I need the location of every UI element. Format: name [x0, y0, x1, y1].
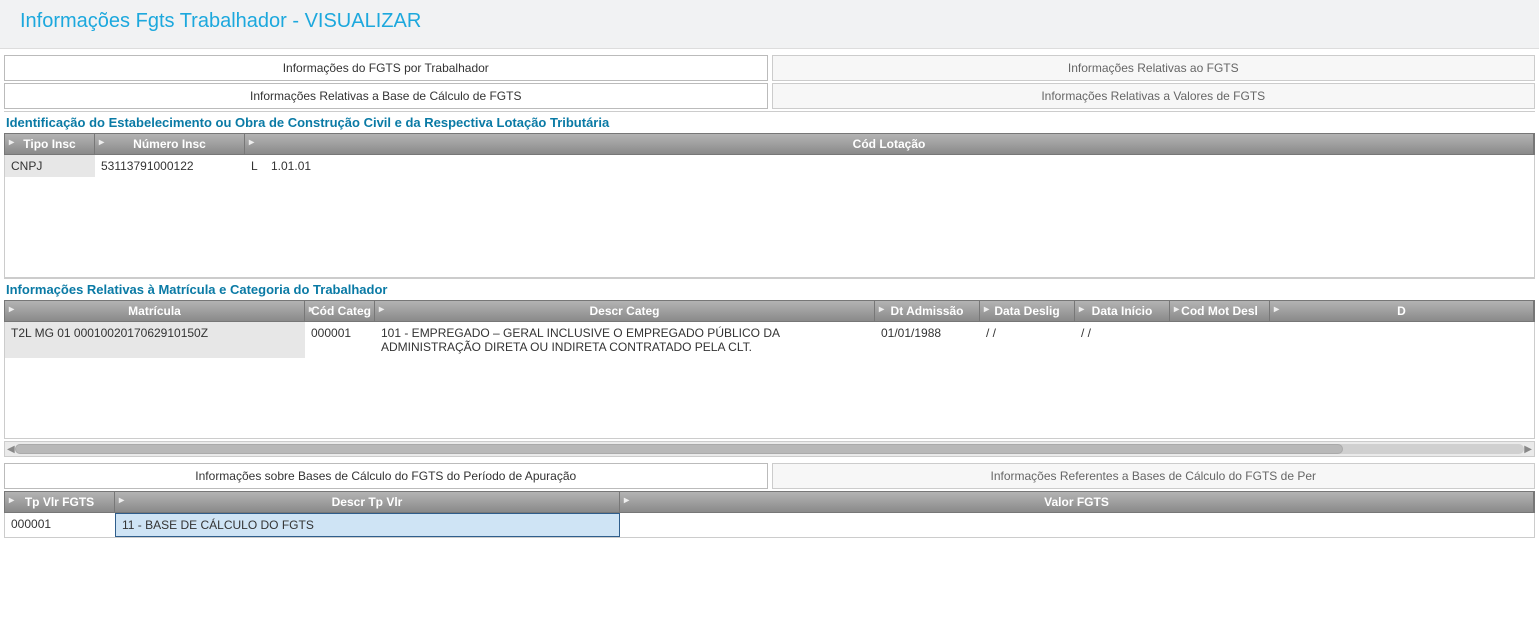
cell-descr-tp-vlr[interactable]: 11 - BASE DE CÁLCULO DO FGTS [115, 513, 620, 537]
content-area: Informações do FGTS por Trabalhador Info… [0, 49, 1539, 542]
scroll-right-icon[interactable]: ▶ [1524, 444, 1532, 455]
col-dt-admissao[interactable]: Dt Admissão [875, 301, 980, 321]
cell-data-deslig: / / [980, 322, 1075, 358]
cell-descr-categ: 101 - EMPREGADO – GERAL INCLUSIVE O EMPR… [375, 322, 875, 358]
col-tipo-insc[interactable]: Tipo Insc [5, 134, 95, 154]
grid3-body: 000001 11 - BASE DE CÁLCULO DO FGTS [4, 513, 1535, 538]
grid1-body: CNPJ 53113791000122 L 1.01.01 [4, 155, 1535, 278]
grid3-header: Tp Vlr FGTS Descr Tp Vlr Valor FGTS [4, 491, 1535, 513]
cell-cod-categ: 000001 [305, 322, 375, 358]
col-cod-categ[interactable]: Cód Categ [305, 301, 375, 321]
col-tp-vlr[interactable]: Tp Vlr FGTS [5, 492, 115, 512]
grid2-header: Matrícula Cód Categ Descr Categ Dt Admis… [4, 300, 1535, 322]
col-data-inicio[interactable]: Data Início [1075, 301, 1170, 321]
grid1-spacer [5, 177, 1534, 277]
cell-lotacao-prefix: L [245, 155, 265, 177]
tabs-bottom: Informações sobre Bases de Cálculo do FG… [4, 463, 1535, 489]
cell-cod-mot-desl [1170, 322, 1270, 358]
tab-valores-fgts[interactable]: Informações Relativas a Valores de FGTS [772, 83, 1536, 109]
table-row[interactable]: 000001 11 - BASE DE CÁLCULO DO FGTS [5, 513, 1534, 537]
cell-numero-insc: 53113791000122 [95, 155, 245, 177]
cell-cod-lotacao: 1.01.01 [265, 155, 317, 177]
col-data-deslig[interactable]: Data Deslig [980, 301, 1075, 321]
col-descr-tp-vlr[interactable]: Descr Tp Vlr [115, 492, 620, 512]
tab-bases-referentes[interactable]: Informações Referentes a Bases de Cálcul… [772, 463, 1536, 489]
scrollbar-thumb[interactable] [15, 444, 1343, 454]
table-row[interactable]: CNPJ 53113791000122 L 1.01.01 [5, 155, 1534, 177]
cell-dt-admissao: 01/01/1988 [875, 322, 980, 358]
cell-valor-fgts [620, 513, 1534, 537]
cell-tp-vlr: 000001 [5, 513, 115, 537]
col-matricula[interactable]: Matrícula [5, 301, 305, 321]
section1-title: Identificação do Estabelecimento ou Obra… [4, 111, 1535, 133]
cell-matricula: T2L MG 01 0001002017062910150Z [5, 322, 305, 358]
col-cod-lotacao[interactable]: Cód Lotação [245, 134, 1534, 154]
grid2-spacer [5, 358, 1534, 438]
scrollbar-track[interactable] [15, 444, 1525, 454]
scroll-left-icon[interactable]: ◀ [7, 444, 15, 455]
tab-bases-periodo[interactable]: Informações sobre Bases de Cálculo do FG… [4, 463, 768, 489]
tab-relativas-fgts[interactable]: Informações Relativas ao FGTS [772, 55, 1536, 81]
cell-data-inicio: / / [1075, 322, 1170, 358]
col-numero-insc[interactable]: Número Insc [95, 134, 245, 154]
grid2-body: T2L MG 01 0001002017062910150Z 000001 10… [4, 322, 1535, 439]
cell-extra [1270, 322, 1534, 358]
col-valor-fgts[interactable]: Valor FGTS [620, 492, 1534, 512]
table-row[interactable]: T2L MG 01 0001002017062910150Z 000001 10… [5, 322, 1534, 358]
section2-title: Informações Relativas à Matrícula e Cate… [4, 278, 1535, 300]
tab-fgts-por-trabalhador[interactable]: Informações do FGTS por Trabalhador [4, 55, 768, 81]
horizontal-scrollbar[interactable]: ◀ ▶ [4, 441, 1535, 457]
grid1-header: Tipo Insc Número Insc Cód Lotação [4, 133, 1535, 155]
col-descr-categ[interactable]: Descr Categ [375, 301, 875, 321]
tabs-mid: Informações Relativas a Base de Cálculo … [4, 83, 1535, 109]
cell-tipo-insc: CNPJ [5, 155, 95, 177]
col-extra[interactable]: D [1270, 301, 1534, 321]
tab-base-calculo[interactable]: Informações Relativas a Base de Cálculo … [4, 83, 768, 109]
page-title: Informações Fgts Trabalhador - VISUALIZA… [20, 10, 1519, 33]
title-bar: Informações Fgts Trabalhador - VISUALIZA… [0, 0, 1539, 49]
col-cod-mot-desl[interactable]: Cod Mot Desl [1170, 301, 1270, 321]
tabs-top: Informações do FGTS por Trabalhador Info… [4, 55, 1535, 81]
